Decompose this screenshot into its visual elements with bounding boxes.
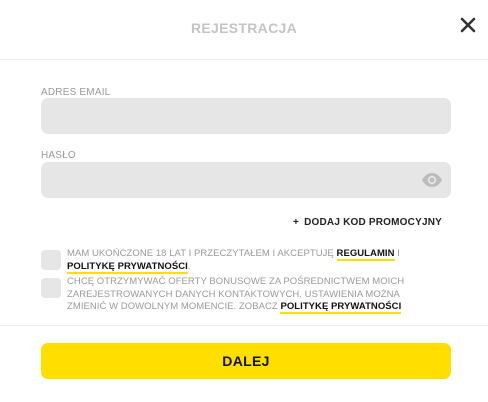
add-promo-code-link[interactable]: + DODAJ KOD PROMOCYJNY: [293, 217, 442, 228]
consent-terms-text-mid: I: [397, 248, 400, 259]
eye-icon[interactable]: [421, 172, 443, 188]
privacy-policy-link-2[interactable]: POLITYKĘ PRYWATNOŚCI: [280, 301, 402, 315]
email-label: ADRES EMAIL: [41, 87, 111, 98]
marketing-checkbox[interactable]: [41, 278, 61, 298]
close-icon[interactable]: [458, 15, 478, 35]
consent-terms-text-before: MAM UKOŃCZONE 18 LAT I PRZECZYTAŁEM I AK…: [67, 248, 334, 259]
consent-terms-text-after: .: [187, 260, 191, 272]
modal-header: REJESTRACJA: [0, 0, 488, 60]
plus-icon: +: [293, 217, 300, 228]
terms-link[interactable]: REGULAMIN: [336, 248, 395, 261]
promo-label: DODAJ KOD PROMOCYJNY: [304, 217, 442, 228]
privacy-policy-link[interactable]: POLITYKĘ PRYWATNOŚCI: [67, 260, 188, 274]
consent-terms-text: MAM UKOŃCZONE 18 LAT I PRZECZYTAŁEM I AK…: [67, 248, 437, 274]
password-input[interactable]: [41, 162, 451, 198]
consent-marketing-text: CHCĘ OTRZYMYWAĆ OFERTY BONUSOWE ZA POŚRE…: [67, 276, 437, 315]
next-button[interactable]: DALEJ: [41, 343, 451, 379]
email-input[interactable]: [41, 98, 451, 134]
password-label: HASŁO: [41, 150, 76, 161]
modal-title: REJESTRACJA: [191, 20, 297, 36]
footer-divider: [0, 325, 488, 326]
terms-checkbox[interactable]: [41, 250, 61, 270]
